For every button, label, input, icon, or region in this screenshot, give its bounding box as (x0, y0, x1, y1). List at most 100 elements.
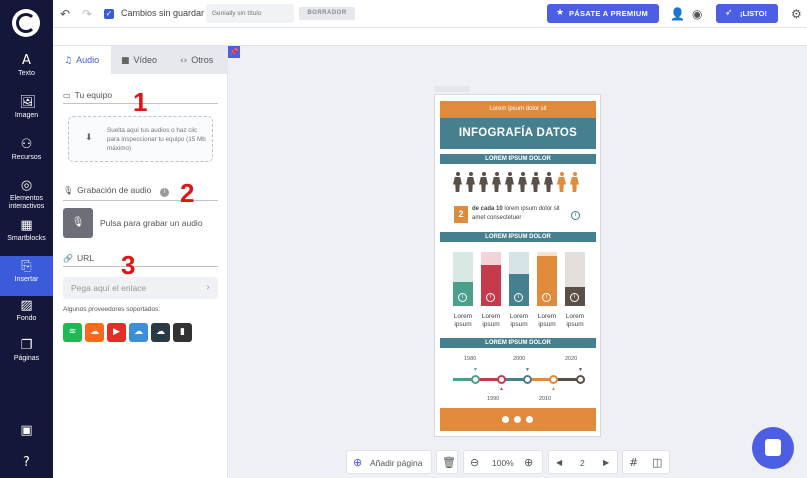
briefcase-icon[interactable]: ▣ (0, 420, 53, 440)
save-checkbox[interactable]: ✓ (104, 9, 114, 19)
person-body (453, 177, 462, 192)
person-icon (479, 172, 488, 192)
audio-drop-zone[interactable]: ⬇ Suelta aquí tus audios o haz clic para… (68, 116, 213, 162)
info-icon: i (514, 293, 523, 302)
person-body (505, 177, 514, 192)
person-icon (531, 172, 540, 192)
person-body (557, 177, 566, 192)
nav-item-imagen[interactable]: 🖼 Imagen (0, 92, 53, 132)
info-icon: i (542, 293, 551, 302)
record-text[interactable]: Pulsa para grabar un audio (100, 218, 203, 228)
year-label: 2000 (513, 356, 526, 362)
zoom-controls: ⊖ 100% ⊕ (463, 450, 543, 474)
person-head (494, 172, 499, 176)
chevron-right-icon[interactable]: › (206, 277, 210, 299)
columns-icon[interactable]: ◫ (652, 456, 662, 469)
year-label: 1980 (464, 356, 477, 362)
star-icon: ★ (556, 8, 565, 18)
band-1: LOREM IPSUM DOLOR (440, 154, 596, 164)
infographic[interactable]: Lorem ipsum dolor sit INFOGRAFÍA DATOS L… (440, 101, 596, 431)
person-head (546, 172, 551, 176)
share-user-icon[interactable]: 👤 (670, 7, 685, 21)
help-icon[interactable]: ? (0, 452, 53, 472)
info-icon[interactable]: i (159, 188, 169, 197)
timeline-dot (576, 375, 585, 384)
genially-logo-icon[interactable] (12, 9, 40, 37)
audiomack-icon[interactable]: ☁ (151, 323, 170, 342)
done-label: ¡LISTO! (740, 9, 767, 18)
zoom-out-icon[interactable]: ⊖ (470, 456, 479, 469)
nav-item-label: Insertar (14, 276, 39, 283)
spotify-icon[interactable]: ≋ (63, 323, 82, 342)
zoom-level: 100% (492, 458, 514, 468)
nav-item-texto[interactable]: A Texto (0, 50, 53, 90)
bar-2: i (481, 252, 501, 306)
add-page-button[interactable]: ⊕ Añadir página (346, 450, 432, 474)
info-icon: i (458, 293, 467, 302)
triangle-up-icon: ▼ (473, 367, 478, 373)
nav-item-elementos[interactable]: ◎ Elementos interactivos (0, 175, 53, 217)
bar-label: Lorem ipsum (509, 313, 529, 328)
audioboom-icon[interactable]: ▮ (173, 323, 192, 342)
redo-icon[interactable]: ↷ (82, 7, 92, 21)
background-icon: ▨ (20, 298, 33, 313)
footer-dot (502, 416, 509, 423)
pin-icon[interactable]: 📌 (228, 46, 240, 58)
step-number-2: 2 (180, 178, 195, 208)
left-nav: A Texto 🖼 Imagen ⚇ Recursos ◎ Elementos interac… (0, 0, 53, 478)
delete-page-button[interactable]: 🗑 (436, 450, 458, 474)
grid-icon[interactable]: # (629, 456, 638, 469)
timeline-dot (549, 375, 558, 384)
plus-circle-icon: ⊕ (353, 456, 363, 469)
prev-page-icon[interactable]: ◀ (556, 456, 562, 469)
step-number-1: 1 (133, 87, 148, 117)
page-number[interactable]: 2 (580, 458, 585, 468)
nav-item-recursos[interactable]: ⚇ Recursos (0, 134, 53, 174)
stat-text-bold: de cada 10 (472, 206, 503, 212)
nav-item-label: Recursos (11, 154, 42, 161)
title-input[interactable] (206, 4, 294, 23)
nav-item-smartblocks[interactable]: ▦ Smartblocks (0, 215, 53, 255)
tab-audio-label: Audio (76, 55, 100, 65)
tab-others[interactable]: ‹› Otros (169, 46, 228, 74)
settings-gear-icon[interactable]: ⚙ (791, 7, 802, 21)
record-button[interactable]: 🎙 (63, 208, 93, 238)
bar-label: Lorem ipsum (481, 313, 501, 328)
tab-video[interactable]: ■ Vídeo (111, 46, 169, 74)
next-page-icon[interactable]: ▶ (603, 456, 609, 469)
nav-item-label: Elementos interactivos (8, 195, 45, 210)
add-page-label: Añadir página (370, 458, 423, 468)
person-head (468, 172, 473, 176)
insert-icon: ⎘ (21, 259, 32, 274)
section-record-label: Grabación de audio (77, 185, 152, 195)
section-url-heading: 🔗 URL (63, 253, 218, 267)
infographic-header: Lorem ipsum dolor sit (440, 101, 596, 118)
person-body (544, 177, 553, 192)
drop-zone-text: Suelta aquí tus audios o haz clic para i… (107, 127, 206, 152)
person-body (479, 177, 488, 192)
triangle-down-icon: ▲ (551, 386, 556, 392)
person-icon (570, 172, 579, 192)
triangle-up-icon: ▼ (578, 367, 583, 373)
soundcloud-icon[interactable]: ☁ (85, 323, 104, 342)
mixcloud-icon[interactable]: ☁ (129, 323, 148, 342)
zoom-in-icon[interactable]: ⊕ (524, 456, 533, 469)
tab-audio[interactable]: ♫ Audio (53, 46, 111, 74)
triangle-up-icon: ▼ (525, 367, 530, 373)
youtube-icon[interactable]: ▶ (107, 323, 126, 342)
nav-item-insertar[interactable]: ⎘ Insertar (0, 256, 53, 296)
undo-icon[interactable]: ↶ (60, 7, 70, 21)
section-url-label: URL (76, 253, 94, 263)
nav-item-fondo[interactable]: ▨ Fondo (0, 295, 53, 335)
image-icon: 🖼 (19, 95, 37, 110)
person-head (507, 172, 512, 176)
preview-eye-icon[interactable]: ◉ (692, 7, 702, 21)
footer-dot (526, 416, 533, 423)
url-input[interactable]: Pega aquí el enlace › (63, 277, 218, 299)
done-button[interactable]: ➶ ¡LISTO! (716, 4, 778, 23)
premium-button[interactable]: ★ PÁSATE A PREMIUM (547, 4, 659, 23)
nav-item-páginas[interactable]: ❐ Páginas (0, 335, 53, 375)
person-icon (544, 172, 553, 192)
chat-support-button[interactable] (752, 427, 794, 469)
pages-icon: ❐ (20, 338, 33, 353)
